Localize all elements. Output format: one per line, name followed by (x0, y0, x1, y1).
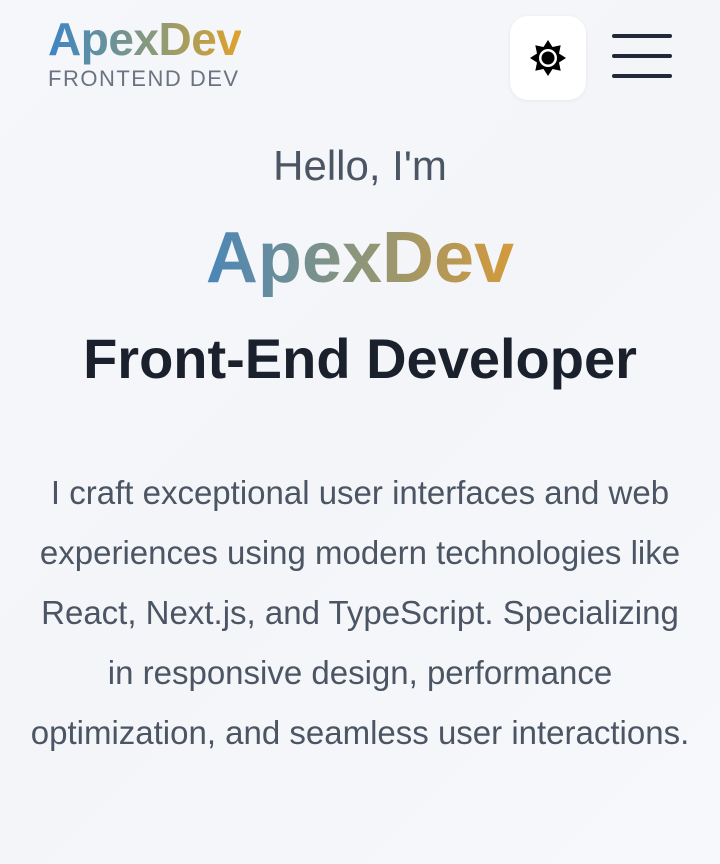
hero-name: ApexDev (206, 202, 514, 314)
hero-description: I craft exceptional user interfaces and … (30, 474, 690, 751)
brand-tagline: FRONTEND DEV (48, 66, 240, 91)
hero-section: Hello, I'm ApexDev Front-End Developer (0, 130, 720, 404)
hero-role: Front-End Developer (83, 327, 637, 390)
theme-toggle-button[interactable] (510, 16, 586, 100)
sun-icon (530, 40, 566, 76)
brand-logo[interactable]: ApexDev FRONTEND DEV (48, 12, 242, 92)
menu-line (612, 34, 672, 38)
menu-line (612, 54, 672, 58)
brand-name: ApexDev (48, 13, 242, 65)
menu-line (612, 74, 672, 78)
hero-greeting: Hello, I'm (273, 142, 447, 189)
hamburger-menu-icon[interactable] (612, 34, 672, 80)
site-header: ApexDev FRONTEND DEV (0, 0, 720, 120)
